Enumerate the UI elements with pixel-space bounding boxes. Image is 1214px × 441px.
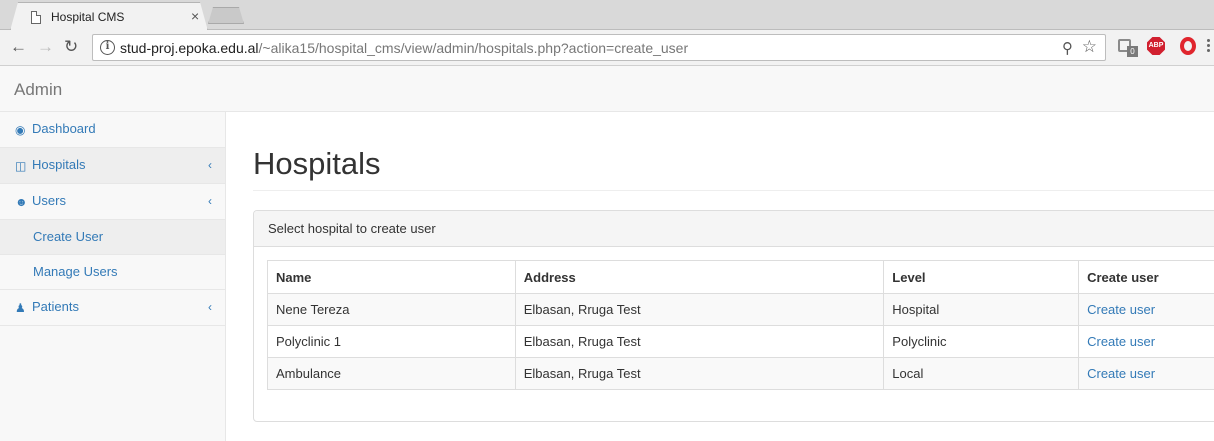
sidebar-item-label: Users: [32, 193, 66, 208]
forward-icon[interactable]: →: [37, 38, 54, 56]
new-tab-button[interactable]: [208, 7, 244, 24]
page-title: Hospitals: [253, 146, 381, 181]
url-host: stud-proj.epoka.edu.al: [120, 40, 259, 56]
sidebar-item-label: Manage Users: [33, 264, 118, 279]
tab-title: Hospital CMS: [51, 10, 125, 24]
browser-tab-strip: Hospital CMS ×: [0, 0, 1214, 30]
address-bar[interactable]: i stud-proj.epoka.edu.al/~alika15/hospit…: [92, 34, 1106, 61]
url-path: /~alika15/hospital_cms/view/admin/hospit…: [258, 40, 689, 56]
extension-icon[interactable]: 0: [1118, 37, 1138, 57]
zoom-icon[interactable]: ⚲: [1062, 39, 1073, 57]
cell-address: Elbasan, Rruga Test: [514, 325, 885, 358]
dashboard-icon: ◉: [15, 122, 26, 137]
cell-action: Create user: [1078, 357, 1214, 390]
page-icon: [31, 11, 41, 24]
table-header-row: Name Address Level Create user: [267, 260, 1214, 294]
adblock-icon[interactable]: ABP: [1147, 37, 1165, 55]
sidebar-item-patients[interactable]: ♟ Patients ‹: [0, 290, 225, 326]
cell-level: Local: [883, 357, 1080, 390]
extension-badge: 0: [1127, 46, 1138, 57]
column-header-name: Name: [267, 260, 516, 294]
info-icon[interactable]: i: [100, 40, 115, 55]
chevron-left-icon: ‹: [208, 158, 212, 172]
sidebar-item-label: Patients: [32, 299, 79, 314]
chevron-left-icon: ‹: [208, 194, 212, 208]
sidebar-item-label: Dashboard: [32, 121, 96, 136]
sidebar-item-label: Create User: [33, 229, 104, 244]
group-icon: ♟: [15, 300, 26, 315]
panel-heading: Select hospital to create user: [254, 211, 1214, 247]
create-user-link[interactable]: Create user: [1087, 366, 1155, 381]
cell-name: Polyclinic 1: [267, 325, 516, 358]
page-header: Hospitals: [253, 145, 1214, 191]
browser-toolbar: ← → ↻ i stud-proj.epoka.edu.al/~alika15/…: [0, 30, 1214, 66]
browser-tab[interactable]: Hospital CMS ×: [10, 2, 208, 31]
cell-action: Create user: [1078, 293, 1214, 326]
column-header-address: Address: [514, 260, 885, 294]
sidebar-item-dashboard[interactable]: ◉ Dashboard: [0, 112, 225, 148]
sidebar-item-hospitals[interactable]: ◫ Hospitals ‹: [0, 148, 225, 184]
sidebar-item-manage-users[interactable]: Manage Users: [0, 255, 225, 290]
chevron-left-icon: ‹: [208, 300, 212, 314]
column-header-create-user: Create user: [1078, 260, 1214, 294]
user-icon: ☻: [15, 194, 28, 209]
table-row: Nene Tereza Elbasan, Rruga Test Hospital…: [267, 293, 1214, 326]
back-icon[interactable]: ←: [10, 38, 27, 56]
reload-icon[interactable]: ↻: [64, 38, 78, 56]
create-user-link[interactable]: Create user: [1087, 302, 1155, 317]
close-tab-icon[interactable]: ×: [191, 9, 199, 23]
sidebar-item-create-user[interactable]: Create User: [0, 220, 225, 255]
cell-level: Hospital: [883, 293, 1080, 326]
bookmark-star-icon[interactable]: ☆: [1082, 37, 1097, 57]
cell-level: Polyclinic: [883, 325, 1080, 358]
sidebar-item-label: Hospitals: [32, 157, 86, 172]
table-row: Polyclinic 1 Elbasan, Rruga Test Polycli…: [267, 325, 1214, 358]
cell-address: Elbasan, Rruga Test: [514, 357, 885, 390]
cell-name: Nene Tereza: [267, 293, 516, 326]
sidebar: ◉ Dashboard ◫ Hospitals ‹ ☻ Users ‹ Create …: [0, 112, 226, 441]
brand[interactable]: Admin: [14, 80, 62, 100]
url-text[interactable]: stud-proj.epoka.edu.al/~alika15/hospital…: [120, 40, 688, 56]
cell-name: Ambulance: [267, 357, 516, 390]
create-user-link[interactable]: Create user: [1087, 334, 1155, 349]
hospitals-table: Name Address Level Create user Nene Tere…: [267, 260, 1214, 390]
hospitals-panel: Select hospital to create user Name Addr…: [253, 210, 1214, 422]
table-row: Ambulance Elbasan, Rruga Test Local Crea…: [267, 357, 1214, 390]
opera-icon[interactable]: [1180, 37, 1196, 55]
cell-address: Elbasan, Rruga Test: [514, 293, 885, 326]
hospital-icon: ◫: [15, 158, 27, 173]
column-header-level: Level: [883, 260, 1080, 294]
top-navbar: Admin: [0, 66, 1214, 112]
sidebar-item-users[interactable]: ☻ Users ‹: [0, 184, 225, 220]
cell-action: Create user: [1078, 325, 1214, 358]
browser-menu-icon[interactable]: [1207, 39, 1211, 54]
